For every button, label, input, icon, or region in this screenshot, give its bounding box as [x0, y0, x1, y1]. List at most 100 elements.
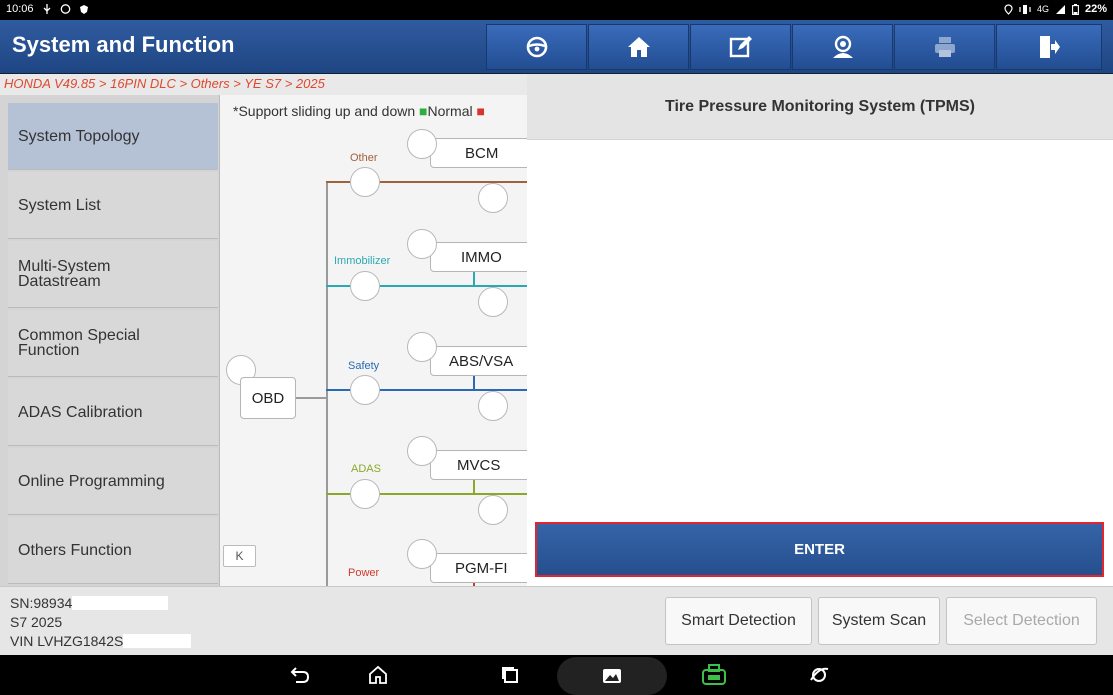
- back-button[interactable]: [287, 663, 313, 687]
- edit-report-icon: [729, 36, 752, 58]
- dialog-title: Tire Pressure Monitoring System (TPMS): [527, 74, 1113, 140]
- node-link: [473, 375, 475, 389]
- module-node-immo[interactable]: IMMO: [430, 242, 527, 272]
- tpms-dialog: Tire Pressure Monitoring System (TPMS) E…: [527, 74, 1113, 586]
- breadcrumb: HONDA V49.85 > 16PIN DLC > Others > YE S…: [0, 74, 527, 95]
- node-status-dot: [350, 271, 380, 301]
- legend-normal-label: Normal: [427, 103, 473, 119]
- back-icon: [290, 667, 310, 683]
- sidebar-item-label: Others Function: [18, 541, 132, 559]
- home-button[interactable]: [588, 24, 689, 70]
- node-status-dot: [478, 183, 508, 213]
- node-label: PGM-FI: [455, 559, 508, 577]
- obd-connector: [296, 397, 327, 399]
- node-label: IMMO: [461, 248, 502, 266]
- node-status-dot: [407, 129, 437, 159]
- home-icon: [627, 37, 650, 57]
- battery-icon: [1072, 3, 1079, 15]
- sidebar-item-label: System List: [18, 196, 101, 214]
- category-label-other: Other: [350, 152, 378, 164]
- print-icon: [934, 37, 955, 57]
- recents-icon: [502, 667, 518, 683]
- vibrate-icon: [1019, 4, 1031, 14]
- location-icon: [1004, 3, 1013, 15]
- footer: SN:98934 S7 2025 VIN LVHZG1842S Smart De…: [0, 586, 1113, 655]
- node-link: [473, 479, 475, 493]
- vehicle-model: S7 2025: [10, 614, 63, 630]
- sidebar-item-others-function[interactable]: Others Function: [8, 517, 218, 584]
- node-label: BCM: [465, 144, 499, 162]
- node-status-dot: [350, 167, 380, 197]
- exit-button[interactable]: [996, 24, 1102, 70]
- support-button[interactable]: [792, 24, 893, 70]
- module-node-abs-vsa[interactable]: ABS/VSA: [430, 346, 527, 376]
- smart-detection-button[interactable]: Smart Detection: [665, 597, 812, 645]
- sidebar-item-multi-system-datastream[interactable]: Multi-System Datastream: [8, 241, 218, 308]
- node-label: ABS/VSA: [449, 352, 514, 370]
- battery-percent: 22%: [1084, 3, 1107, 15]
- browser-button[interactable]: [806, 663, 832, 687]
- home-nav-button[interactable]: [365, 663, 391, 687]
- vci-icon: [702, 664, 726, 685]
- category-label-power: Power: [348, 567, 380, 579]
- module-node-bcm[interactable]: BCM: [430, 138, 527, 168]
- status-bar: 10:06 4G 22%: [0, 0, 1113, 20]
- legend-normal-swatch: ■: [419, 103, 428, 119]
- hint-text: *Support sliding up and down: [233, 103, 416, 119]
- node-status-dot: [478, 391, 508, 421]
- sidebar-item-common-special-function[interactable]: Common Special Function: [8, 310, 218, 377]
- collapse-sidebar-button[interactable]: K: [223, 545, 256, 567]
- sidebar-item-system-topology[interactable]: System Topology: [8, 103, 218, 170]
- redaction-mask: [72, 596, 169, 610]
- sidebar: System Topology System List Multi-System…: [0, 95, 220, 586]
- vehicle-info: SN:98934 S7 2025 VIN LVHZG1842S: [10, 594, 192, 651]
- shield-icon: [79, 4, 88, 14]
- print-button[interactable]: [894, 24, 995, 70]
- system-scan-button[interactable]: System Scan: [818, 597, 940, 645]
- sidebar-item-adas-calibration[interactable]: ADAS Calibration: [8, 379, 218, 446]
- exit-icon: [1040, 36, 1060, 58]
- page-title: System and Function: [12, 32, 235, 57]
- module-node-pgm-fi[interactable]: PGM-FI: [430, 553, 527, 583]
- vin-number: VIN LVHZG1842S: [10, 633, 124, 649]
- network-label: 4G: [1036, 4, 1049, 14]
- redaction-mask: [123, 634, 192, 648]
- node-status-dot: [478, 495, 508, 525]
- node-status-dot: [407, 229, 437, 259]
- module-node-mvcs[interactable]: MVCS: [430, 450, 527, 480]
- category-label-adas: ADAS: [351, 463, 381, 475]
- node-label: MVCS: [457, 456, 501, 474]
- enter-button[interactable]: ENTER: [535, 522, 1104, 577]
- signal-icon: [1055, 4, 1065, 14]
- navigation-bar: [0, 655, 1113, 695]
- topology-canvas[interactable]: *Support sliding up and down ■Normal ■ O…: [220, 95, 527, 586]
- steering-wheel-button[interactable]: [486, 24, 587, 70]
- sidebar-item-label: System Topology: [18, 127, 140, 145]
- planet-icon: [810, 667, 829, 682]
- home-outline-icon: [369, 665, 387, 684]
- node-link: [473, 271, 475, 285]
- usb-icon: [43, 3, 50, 14]
- node-status-dot: [350, 479, 380, 509]
- obd-node[interactable]: OBD: [240, 377, 296, 419]
- sidebar-item-label: Online Programming: [18, 472, 165, 490]
- node-status-dot: [407, 539, 437, 569]
- image-icon: [603, 669, 621, 683]
- sidebar-item-online-programming[interactable]: Online Programming: [8, 448, 218, 515]
- vci-button[interactable]: [701, 663, 727, 687]
- support-agent-icon: [832, 35, 853, 58]
- chat-icon: [60, 3, 70, 14]
- steering-wheel-icon: [526, 36, 547, 58]
- serial-number: SN:98934: [10, 595, 73, 611]
- status-time: 10:06: [6, 3, 34, 15]
- select-detection-button[interactable]: Select Detection: [946, 597, 1097, 645]
- topology-trunk: [326, 181, 328, 586]
- recents-button[interactable]: [497, 663, 523, 687]
- sidebar-item-label: Multi-System Datastream: [18, 258, 111, 290]
- title-bar: System and Function: [0, 20, 1113, 74]
- legend-error-swatch: ■: [476, 103, 485, 119]
- gallery-button[interactable]: [557, 657, 667, 695]
- category-label-immobilizer: Immobilizer: [334, 255, 391, 267]
- report-button[interactable]: [690, 24, 791, 70]
- sidebar-item-system-list[interactable]: System List: [8, 172, 218, 239]
